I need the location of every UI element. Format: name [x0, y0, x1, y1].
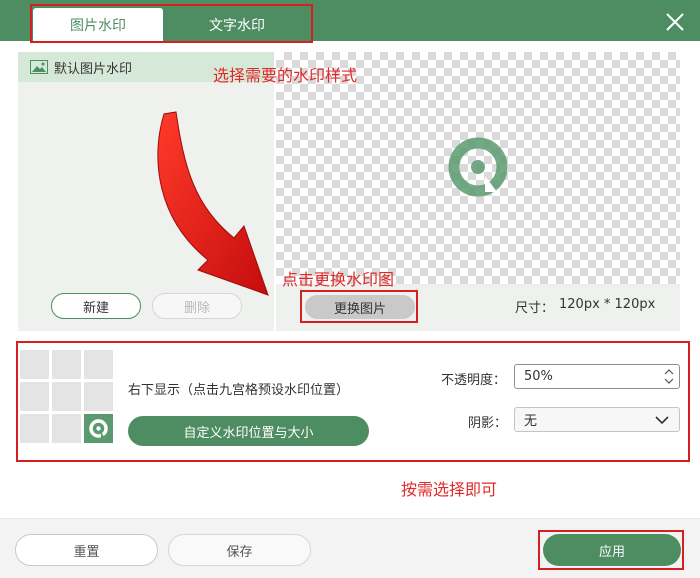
annotation-click-change: 点击更换水印图	[282, 270, 395, 289]
stepper-arrows-icon[interactable]	[664, 367, 674, 386]
grid-cell-center[interactable]	[52, 382, 81, 411]
grid-cell-bottom-left[interactable]	[20, 414, 49, 443]
shadow-select[interactable]: 无	[514, 407, 680, 432]
reset-button[interactable]: 重置	[15, 534, 158, 566]
custom-position-button[interactable]: 自定义水印位置与大小	[128, 416, 369, 446]
shadow-label: 阴影：	[468, 416, 508, 431]
position-description: 右下显示（点击九宫格预设水印位置）	[128, 383, 350, 398]
apply-button[interactable]: 应用	[543, 534, 681, 566]
size-value: 120px * 120px	[559, 297, 656, 312]
position-grid	[20, 350, 113, 443]
new-button[interactable]: 新建	[51, 293, 141, 319]
logo-icon	[89, 419, 108, 438]
grid-cell-top-center[interactable]	[52, 350, 81, 379]
grid-cell-middle-right[interactable]	[84, 382, 113, 411]
change-image-button[interactable]: 更换图片	[305, 295, 415, 319]
grid-cell-top-right[interactable]	[84, 350, 113, 379]
tab-image-watermark[interactable]: 图片水印	[33, 8, 163, 41]
arrow-icon	[157, 111, 269, 296]
opacity-label: 不透明度：	[441, 373, 507, 388]
tab-text-watermark[interactable]: 文字水印	[163, 8, 311, 41]
save-button[interactable]: 保存	[168, 534, 311, 566]
image-icon	[30, 60, 48, 74]
chevron-down-icon	[655, 416, 669, 425]
annotation-choose-as-needed: 按需选择即可	[401, 480, 498, 499]
opacity-stepper[interactable]: 50%	[514, 364, 680, 389]
size-label: 尺寸：	[515, 301, 555, 316]
close-icon[interactable]	[664, 11, 686, 33]
opacity-value: 50%	[524, 369, 553, 384]
annotation-choose-style: 选择需要的水印样式	[213, 66, 358, 85]
shadow-value: 无	[524, 414, 538, 429]
logo-icon	[448, 137, 508, 197]
grid-cell-middle-left[interactable]	[20, 382, 49, 411]
grid-cell-bottom-right[interactable]	[84, 414, 113, 443]
list-item-label: 默认图片水印	[54, 61, 133, 77]
grid-cell-top-left[interactable]	[20, 350, 49, 379]
grid-cell-bottom-center[interactable]	[52, 414, 81, 443]
